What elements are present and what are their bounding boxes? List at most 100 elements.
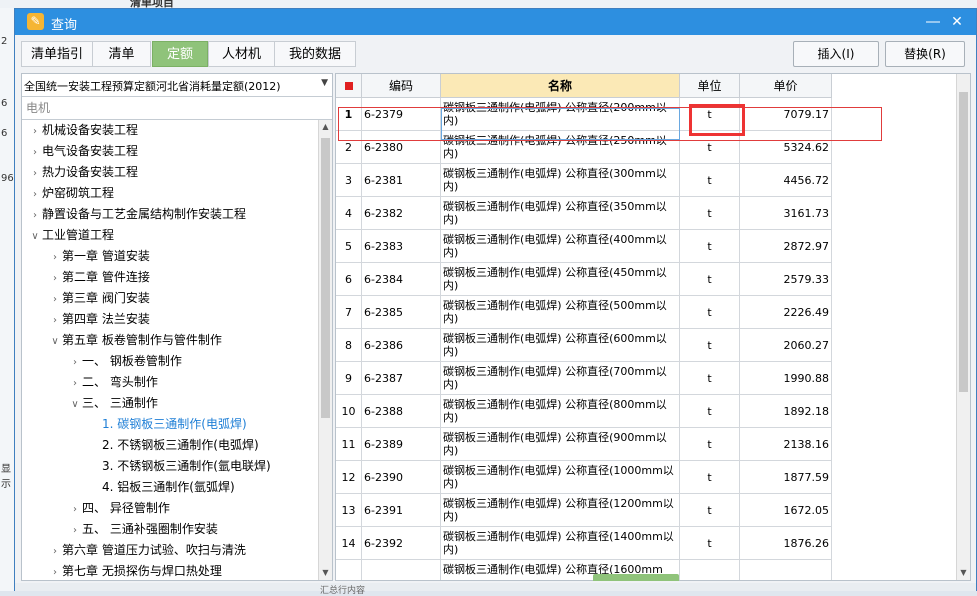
code-cell[interactable]: 6-2382 <box>362 197 441 230</box>
panel-splitter-handle[interactable] <box>593 574 679 581</box>
table-row[interactable]: 碳钢板三通制作(电弧焊) 公称直径(1600mm <box>336 560 832 580</box>
table-row[interactable]: 4 6-2382 碳钢板三通制作(电弧焊) 公称直径(350mm以内) t 3161.7… <box>336 197 832 230</box>
table-row[interactable]: 12 6-2390 碳钢板三通制作(电弧焊) 公称直径(1000mm以内) t 1877… <box>336 461 832 494</box>
name-cell[interactable]: 碳钢板三通制作(电弧焊) 公称直径(400mm以内) <box>441 230 680 263</box>
tree-item[interactable]: › 五、 三通补强圈制作安装 <box>68 519 218 540</box>
code-cell[interactable]: 6-2384 <box>362 263 441 296</box>
unit-cell[interactable]: t <box>680 296 740 329</box>
name-cell[interactable]: 碳钢板三通制作(电弧焊) 公称直径(1000mm以内) <box>441 461 680 494</box>
name-cell[interactable]: 碳钢板三通制作(电弧焊) 公称直径(900mm以内) <box>441 428 680 461</box>
search-input[interactable] <box>22 97 328 119</box>
tab-quota[interactable]: 定额 <box>152 41 208 67</box>
table-row[interactable]: 13 6-2391 碳钢板三通制作(电弧焊) 公称直径(1200mm以内) t 1672… <box>336 494 832 527</box>
tree-item[interactable]: 2. 不锈钢板三通制作(电弧焊) <box>88 435 259 456</box>
chevron-right-icon[interactable]: › <box>48 268 62 289</box>
price-cell[interactable]: 2060.27 <box>740 329 832 362</box>
scroll-down-icon[interactable]: ▼ <box>957 566 970 580</box>
chevron-right-icon[interactable]: › <box>28 142 42 163</box>
code-cell[interactable]: 6-2380 <box>362 131 441 164</box>
price-cell[interactable] <box>740 560 832 580</box>
chevron-right-icon[interactable]: › <box>28 184 42 205</box>
code-cell[interactable]: 6-2379 <box>362 98 441 131</box>
name-cell[interactable]: 碳钢板三通制作(电弧焊) 公称直径(700mm以内) <box>441 362 680 395</box>
name-cell[interactable]: 碳钢板三通制作(电弧焊) 公称直径(300mm以内) <box>441 164 680 197</box>
chevron-right-icon[interactable]: › <box>48 541 62 562</box>
chevron-right-icon[interactable]: › <box>68 499 82 520</box>
code-cell[interactable]: 6-2387 <box>362 362 441 395</box>
title-bar[interactable]: ✎ 查询 ― ✕ <box>15 9 976 35</box>
tab-bill[interactable]: 清单 <box>92 41 151 67</box>
chevron-right-icon[interactable]: › <box>48 247 62 268</box>
tree-item[interactable]: › 炉窑砌筑工程 <box>28 183 114 204</box>
price-cell[interactable]: 1672.05 <box>740 494 832 527</box>
code-cell[interactable]: 6-2391 <box>362 494 441 527</box>
price-cell[interactable]: 1876.26 <box>740 527 832 560</box>
tab-labor-material-machine[interactable]: 人材机 <box>208 41 275 67</box>
chevron-right-icon[interactable]: › <box>68 373 82 394</box>
code-cell[interactable]: 6-2385 <box>362 296 441 329</box>
chevron-right-icon[interactable]: › <box>48 310 62 331</box>
row-number[interactable]: 11 <box>336 428 362 461</box>
row-number[interactable] <box>336 560 362 580</box>
chevron-right-icon[interactable]: › <box>48 289 62 310</box>
tree-item[interactable]: ∨ 三、 三通制作 <box>68 393 158 414</box>
table-row[interactable]: 7 6-2385 碳钢板三通制作(电弧焊) 公称直径(500mm以内) t 2226.4… <box>336 296 832 329</box>
code-cell[interactable]: 6-2392 <box>362 527 441 560</box>
row-number[interactable]: 7 <box>336 296 362 329</box>
unit-cell[interactable]: t <box>680 494 740 527</box>
unit-cell[interactable]: t <box>680 461 740 494</box>
tree-item[interactable]: › 第六章 管道压力试验、吹扫与清洗 <box>48 540 246 561</box>
row-number[interactable]: 4 <box>336 197 362 230</box>
unit-cell[interactable]: t <box>680 164 740 197</box>
scroll-thumb[interactable] <box>321 138 330 418</box>
code-cell[interactable]: 6-2388 <box>362 395 441 428</box>
price-cell[interactable]: 1990.88 <box>740 362 832 395</box>
name-cell[interactable]: 碳钢板三通制作(电弧焊) 公称直径(450mm以内) <box>441 263 680 296</box>
code-cell[interactable]: 6-2389 <box>362 428 441 461</box>
name-cell[interactable]: 碳钢板三通制作(电弧焊) 公称直径(500mm以内) <box>441 296 680 329</box>
chevron-right-icon[interactable]: › <box>28 205 42 226</box>
price-cell[interactable]: 1877.59 <box>740 461 832 494</box>
price-cell[interactable]: 4456.72 <box>740 164 832 197</box>
table-row[interactable]: 9 6-2387 碳钢板三通制作(电弧焊) 公称直径(700mm以内) t 1990.8… <box>336 362 832 395</box>
tree-item[interactable]: › 二、 弯头制作 <box>68 372 158 393</box>
table-row[interactable]: 3 6-2381 碳钢板三通制作(电弧焊) 公称直径(300mm以内) t 4456.7… <box>336 164 832 197</box>
chevron-right-icon[interactable]: › <box>28 121 42 142</box>
code-cell[interactable]: 6-2390 <box>362 461 441 494</box>
header-price[interactable]: 单价 <box>740 74 832 98</box>
unit-cell[interactable] <box>680 560 740 580</box>
insert-button[interactable]: 插入(I) <box>793 41 879 67</box>
name-cell[interactable]: 碳钢板三通制作(电弧焊) 公称直径(600mm以内) <box>441 329 680 362</box>
name-cell[interactable]: 碳钢板三通制作(电弧焊) 公称直径(800mm以内) <box>441 395 680 428</box>
tree-item[interactable]: 1. 碳钢板三通制作(电弧焊) <box>88 414 247 435</box>
name-cell[interactable]: 碳钢板三通制作(电弧焊) 公称直径(200mm以内) <box>441 98 680 131</box>
tree-item[interactable]: › 静置设备与工艺金属结构制作安装工程 <box>28 204 246 225</box>
code-cell[interactable]: 6-2386 <box>362 329 441 362</box>
price-cell[interactable]: 1892.18 <box>740 395 832 428</box>
row-number[interactable]: 13 <box>336 494 362 527</box>
header-name[interactable]: 名称 <box>441 74 680 98</box>
unit-cell[interactable]: t <box>680 329 740 362</box>
tree-item[interactable]: ∨ 第五章 板卷管制作与管件制作 <box>48 330 222 351</box>
tab-bill-guide[interactable]: 清单指引 <box>21 41 93 67</box>
row-number[interactable]: 9 <box>336 362 362 395</box>
name-cell[interactable]: 碳钢板三通制作(电弧焊) 公称直径(350mm以内) <box>441 197 680 230</box>
row-number[interactable]: 1 <box>336 98 362 131</box>
table-row[interactable]: 5 6-2383 碳钢板三通制作(电弧焊) 公称直径(400mm以内) t 2872.9… <box>336 230 832 263</box>
header-code[interactable]: 编码 <box>362 74 441 98</box>
tab-my-data[interactable]: 我的数据 <box>274 41 356 67</box>
tree-item[interactable]: › 电气设备安装工程 <box>28 141 138 162</box>
code-cell[interactable] <box>362 560 441 580</box>
tree-item[interactable]: › 四、 异径管制作 <box>68 498 170 519</box>
replace-button[interactable]: 替换(R) <box>885 41 965 67</box>
price-cell[interactable]: 2872.97 <box>740 230 832 263</box>
chevron-right-icon[interactable]: › <box>68 352 82 373</box>
tree-item[interactable]: › 热力设备安装工程 <box>28 162 138 183</box>
tree-item[interactable]: › 一、 钢板卷管制作 <box>68 351 182 372</box>
table-row[interactable]: 10 6-2388 碳钢板三通制作(电弧焊) 公称直径(800mm以内) t 1892.… <box>336 395 832 428</box>
row-number[interactable]: 5 <box>336 230 362 263</box>
price-cell[interactable]: 3161.73 <box>740 197 832 230</box>
unit-cell[interactable]: t <box>680 263 740 296</box>
price-cell[interactable]: 7079.17 <box>740 98 832 131</box>
code-cell[interactable]: 6-2381 <box>362 164 441 197</box>
